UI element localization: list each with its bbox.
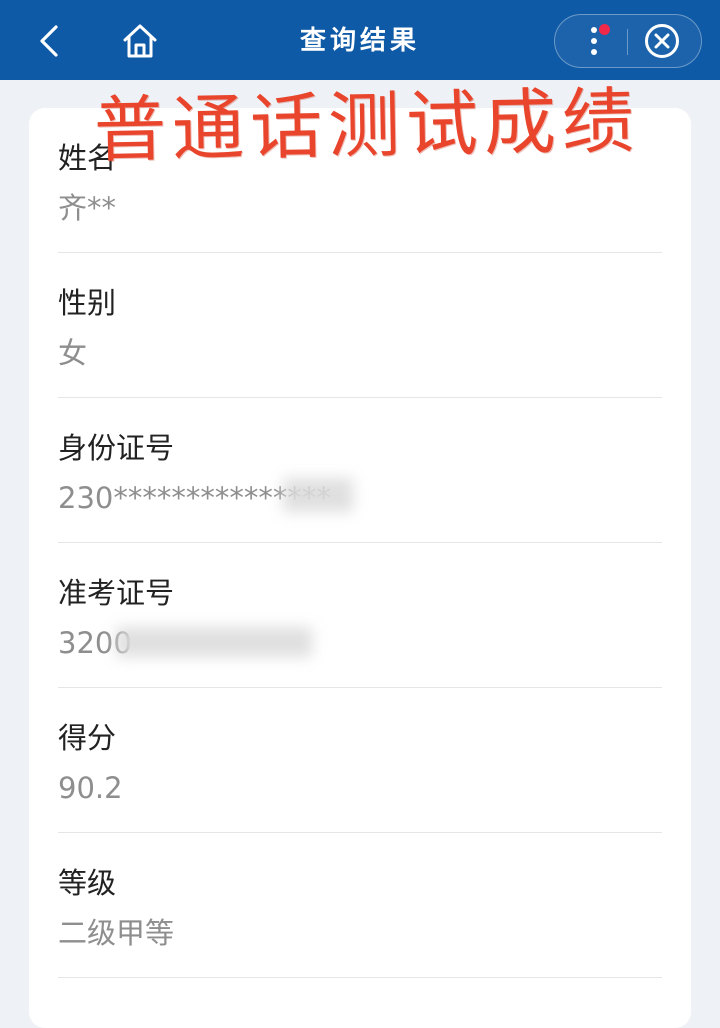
field-value: 90.2 [58,771,123,805]
close-button[interactable] [637,17,687,65]
field-label: 身份证号 [58,431,175,465]
field-label: 等级 [58,866,117,900]
capsule-divider [627,29,628,55]
home-icon [123,24,157,58]
field-row-gender: 性别 女 [58,253,662,398]
field-row-exam-ticket: 准考证号 3200 [58,543,662,688]
home-button[interactable] [115,16,165,66]
field-row-level: 等级 二级甲等 [58,833,662,978]
notification-badge-dot [599,24,610,35]
back-button[interactable] [24,16,74,66]
redaction-blur [116,627,312,657]
field-value: 二级甲等 [58,916,175,950]
mini-program-capsule [554,14,702,68]
field-row-score: 得分 90.2 [58,688,662,833]
row-divider [58,977,662,978]
redaction-blur [283,478,353,512]
handwritten-annotation: 普通话测试成绩 [93,78,641,173]
result-card: 姓名 齐** 性别 女 身份证号 230*************** 准考证号… [29,108,691,1028]
field-label: 得分 [58,721,117,755]
more-button[interactable] [569,17,619,65]
field-value: 女 [58,336,88,370]
field-value: 齐** [58,191,117,225]
chevron-left-icon [40,25,58,57]
field-label: 准考证号 [58,576,175,610]
top-navigation-bar: 查询结果 [0,0,720,80]
field-row-id-number: 身份证号 230*************** [58,398,662,543]
close-circle-icon [645,24,679,58]
field-label: 性别 [58,286,117,320]
